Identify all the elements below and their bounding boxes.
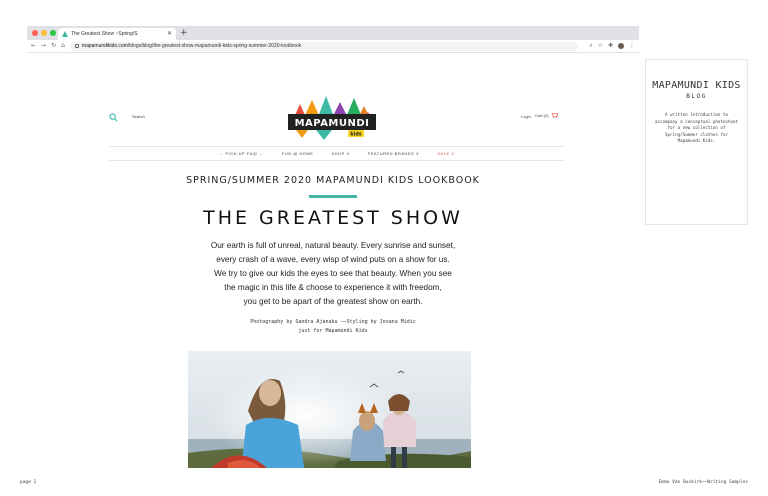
body-line: every crash of a wave, every wisp of win… — [216, 255, 450, 264]
address-bar[interactable]: mapamundikids.com/blogs/blog/the-greates… — [69, 41, 579, 51]
bookmark-star-icon[interactable]: ☆ — [598, 43, 603, 49]
blog-info-card: MAPAMUNDI KIDS BLOG A written introducti… — [645, 59, 748, 225]
article-body: Our earth is full of unreal, natural bea… — [187, 239, 479, 309]
side-subtitle: BLOG — [686, 93, 707, 100]
nav-shop[interactable]: SHOP ∨ — [331, 151, 349, 156]
website-content: Search MAPAMUNDI kids Login Cart (0) ← P… — [27, 53, 639, 468]
side-description: A written introduction to accompany a co… — [654, 112, 739, 143]
tab-title: The Greatest Show ~Spring/S — [71, 31, 138, 37]
browser-tab[interactable]: The Greatest Show ~Spring/S ✕ — [58, 28, 176, 40]
main-navigation: ← PICK-UP FAQ! ← FUN @ HOME SHOP ∨ FEATU… — [109, 146, 565, 161]
tab-bar: The Greatest Show ~Spring/S ✕ + — [27, 26, 639, 40]
maximize-window-button[interactable] — [50, 30, 56, 36]
reload-icon[interactable]: ↻ — [51, 43, 56, 49]
mapamundi-logo[interactable]: MAPAMUNDI kids — [286, 96, 378, 140]
lock-icon — [74, 44, 79, 48]
footer-author: Emma Van Buskirk——Writing Samples — [658, 480, 748, 485]
url-path: /blogs/blog/the-greatest-show-mapamundi-… — [127, 43, 302, 49]
new-tab-button[interactable]: + — [180, 27, 188, 39]
page-number: page 1 — [20, 480, 37, 485]
nav-fun-at-home[interactable]: FUN @ HOME — [282, 151, 314, 156]
close-window-button[interactable] — [32, 30, 38, 36]
browser-toolbar: ← → ↻ ⌂ mapamundikids.com/blogs/blog/the… — [27, 40, 639, 53]
logo-wordmark: MAPAMUNDI — [295, 118, 370, 129]
cart-label: Cart (0) — [535, 113, 549, 118]
body-line: Our earth is full of unreal, natural bea… — [210, 241, 456, 250]
photo-credit: Photography by Sandra Ajanaku ——Styling … — [27, 318, 639, 336]
lookbook-photo — [188, 351, 471, 468]
credit-line: just for Mapamundi Kids — [298, 328, 368, 334]
nav-pickup-faq[interactable]: ← PICK-UP FAQ! ← — [219, 151, 264, 156]
search-label[interactable]: Search — [132, 114, 145, 119]
url-domain: mapamundikids.com — [81, 43, 128, 49]
article-kicker: SPRING/SUMMER 2020 MAPAMUNDI KIDS LOOKBO… — [186, 175, 480, 186]
favicon-icon — [62, 31, 68, 37]
login-link[interactable]: Login — [521, 114, 531, 119]
profile-avatar[interactable] — [618, 43, 624, 49]
portfolio-page: The Greatest Show ~Spring/S ✕ + ← → ↻ ⌂ … — [0, 0, 768, 496]
zoom-icon[interactable]: ⌕ — [589, 43, 592, 49]
logo-kids: kids — [350, 132, 362, 138]
title-divider — [309, 195, 357, 198]
cart-link[interactable]: Cart (0) — [535, 113, 558, 118]
cart-icon — [550, 113, 558, 118]
credit-line: Photography by Sandra Ajanaku ——Styling … — [250, 319, 416, 325]
side-title: MAPAMUNDI KIDS — [652, 80, 741, 91]
article-title: THE GREATEST SHOW — [203, 207, 463, 229]
more-menu-icon[interactable]: ⋮ — [629, 43, 635, 49]
body-line: you get to be apart of the greatest show… — [243, 297, 423, 306]
body-line: We try to give our kids the eyes to see … — [214, 269, 452, 278]
url-text: mapamundikids.com/blogs/blog/the-greates… — [82, 43, 301, 49]
close-tab-icon[interactable]: ✕ — [167, 31, 172, 37]
search-icon[interactable] — [109, 113, 118, 122]
nav-sale[interactable]: SALE ∨ — [437, 151, 454, 156]
window-controls — [32, 30, 56, 36]
back-icon[interactable]: ← — [31, 43, 36, 49]
extensions-icon[interactable]: ✚ — [608, 43, 613, 49]
browser-window: The Greatest Show ~Spring/S ✕ + ← → ↻ ⌂ … — [27, 26, 639, 468]
nav-featured-brands[interactable]: FEATURED BRANDS ∨ — [368, 151, 420, 156]
forward-icon[interactable]: → — [41, 43, 46, 49]
toolbar-actions: ⌕ ☆ ✚ ⋮ — [589, 43, 635, 49]
minimize-window-button[interactable] — [41, 30, 47, 36]
body-line: the magic in this life & choose to exper… — [224, 283, 442, 292]
home-icon[interactable]: ⌂ — [61, 43, 65, 49]
